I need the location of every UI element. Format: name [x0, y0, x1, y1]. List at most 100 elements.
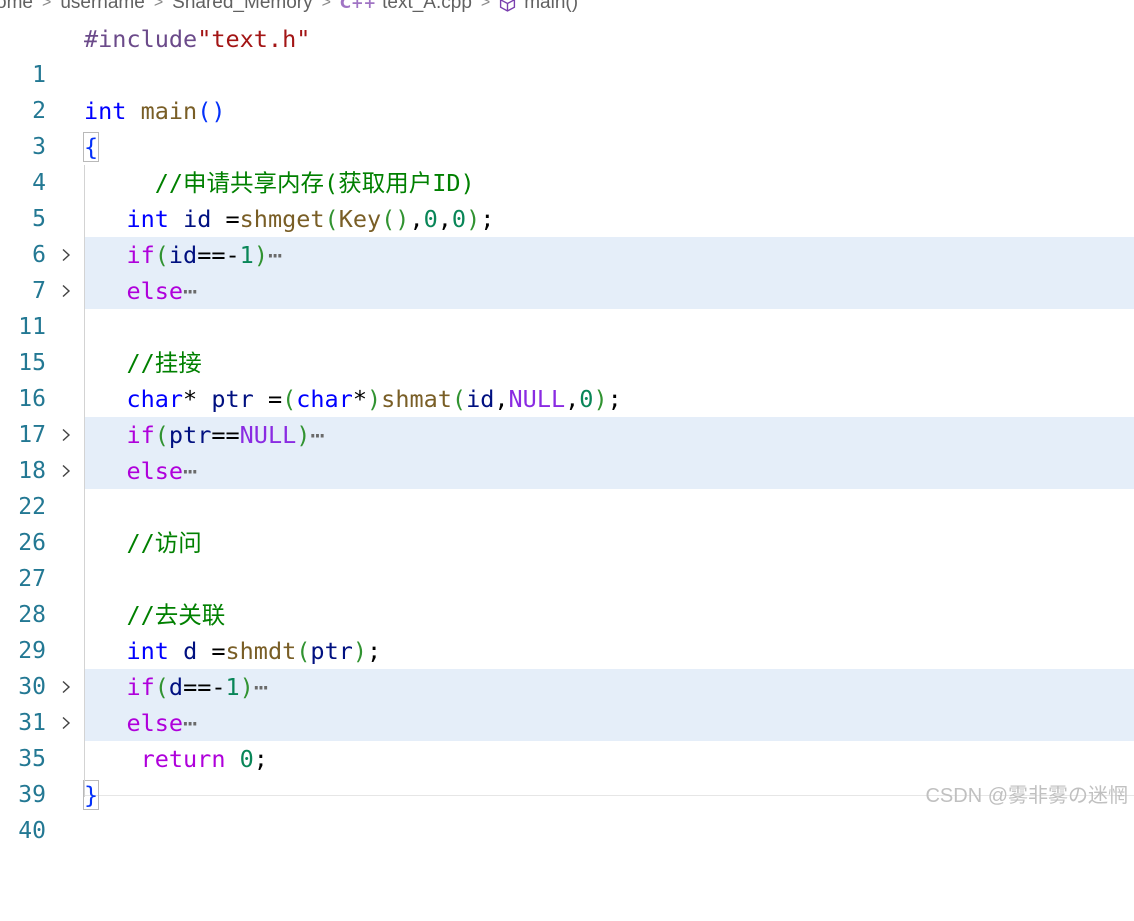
- paren-token: ): [296, 421, 311, 449]
- paren-token: (: [154, 421, 169, 449]
- comment-token: //去关联: [126, 601, 226, 629]
- operator-token: ==-: [183, 673, 226, 701]
- paren-token: (: [324, 205, 339, 233]
- type-token: char: [126, 385, 184, 413]
- paren-token: (: [282, 385, 297, 413]
- variable-token: id: [183, 205, 212, 233]
- variable-token: id: [168, 241, 198, 269]
- chevron-right-icon[interactable]: [58, 453, 76, 489]
- breadcrumb-item-home[interactable]: ome: [0, 0, 33, 14]
- paren-token: (): [197, 97, 226, 125]
- operator-token: =: [211, 205, 240, 233]
- folded-ellipsis[interactable]: ⋯: [183, 709, 197, 737]
- code-line[interactable]: 11 else⋯: [0, 273, 1134, 340]
- number-token: 1: [225, 673, 240, 701]
- number-token: 0: [579, 385, 594, 413]
- breadcrumb-item-symbol[interactable]: main(): [524, 0, 578, 14]
- code-line[interactable]: 7 if(id==-1)⋯: [0, 237, 1134, 304]
- close-brace-token: }: [82, 780, 100, 810]
- paren-token: ): [352, 637, 368, 665]
- keyword-token: else: [126, 709, 184, 737]
- operator-token: ,: [437, 205, 452, 233]
- code-line[interactable]: 3 int main(): [0, 93, 1134, 160]
- number-token: 0: [451, 205, 467, 233]
- code-editor[interactable]: 1 #include"text.h" 2 3 int main() 4 { 5 …: [0, 21, 1134, 844]
- type-token: int: [126, 637, 169, 665]
- keyword-token: return: [140, 745, 226, 773]
- code-line[interactable]: 28: [0, 561, 1134, 628]
- keyword-token: if: [126, 673, 155, 701]
- operator-token: ,: [494, 385, 509, 413]
- watermark: CSDN @雾非雾の迷惘: [925, 785, 1128, 807]
- operator-token: ;: [607, 385, 622, 413]
- type-token: int: [126, 205, 169, 233]
- chevron-right-icon[interactable]: [58, 273, 76, 309]
- code-line[interactable]: 1 #include"text.h": [0, 21, 1134, 88]
- string-token: "text.h": [197, 25, 311, 53]
- code-line[interactable]: 39 return 0;: [0, 741, 1134, 808]
- chevron-right-icon: >: [41, 0, 52, 11]
- breadcrumb-item-folder[interactable]: Shared_Memory: [172, 0, 312, 14]
- operator-token: ;: [253, 745, 268, 773]
- chevron-right-icon: >: [480, 0, 491, 11]
- code-line[interactable]: 22 else⋯: [0, 453, 1134, 520]
- variable-token: ptr: [211, 385, 254, 413]
- code-line[interactable]: 18 if(ptr==NULL)⋯: [0, 417, 1134, 484]
- keyword-token: if: [126, 241, 155, 269]
- paren-token: (: [154, 673, 169, 701]
- comment-token: //挂接: [126, 349, 202, 377]
- code-line[interactable]: 30 int d =shmdt(ptr);: [0, 633, 1134, 700]
- breadcrumb-item-username[interactable]: username: [60, 0, 145, 14]
- chevron-right-icon[interactable]: [58, 237, 76, 273]
- type-token: int: [84, 97, 127, 125]
- variable-token: d: [183, 637, 198, 665]
- operator-token: *: [183, 385, 198, 413]
- cpp-file-icon: C++: [339, 0, 377, 12]
- code-line[interactable]: 2: [0, 57, 1134, 124]
- folded-ellipsis[interactable]: ⋯: [268, 241, 282, 269]
- code-line[interactable]: 15: [0, 309, 1134, 376]
- code-line[interactable]: 29 //去关联: [0, 597, 1134, 664]
- operator-token: ;: [480, 205, 495, 233]
- folded-ellipsis[interactable]: ⋯: [183, 457, 197, 485]
- comment-token: //申请共享内存(获取用户ID): [154, 169, 475, 197]
- folded-ellipsis[interactable]: ⋯: [310, 421, 324, 449]
- breadcrumb-item-file[interactable]: text_A.cpp: [382, 0, 472, 14]
- operator-token: ,: [565, 385, 580, 413]
- chevron-right-icon[interactable]: [58, 705, 76, 741]
- operator-token: ==: [211, 421, 240, 449]
- indent-guide: [84, 165, 85, 797]
- code-line[interactable]: 4 {: [0, 129, 1134, 196]
- code-line[interactable]: 5 //申请共享内存(获取用户ID): [0, 165, 1134, 232]
- number-token: 1: [239, 241, 254, 269]
- paren-token: ): [466, 205, 481, 233]
- function-token: Key: [338, 205, 382, 233]
- operator-token: =: [197, 637, 226, 665]
- folded-ellipsis[interactable]: ⋯: [183, 277, 197, 305]
- code-line[interactable]: 26: [0, 489, 1134, 556]
- chevron-right-icon[interactable]: [58, 417, 76, 453]
- code-line[interactable]: 6 int id =shmget(Key(),0,0);: [0, 201, 1134, 268]
- code-line[interactable]: 16 //挂接: [0, 345, 1134, 412]
- paren-token: (: [451, 385, 467, 413]
- paren-token: ): [593, 385, 608, 413]
- paren-token: (): [381, 205, 410, 233]
- chevron-right-icon[interactable]: [58, 669, 76, 705]
- function-token: shmdt: [225, 637, 297, 665]
- breadcrumb: ome > username > Shared_Memory > C++ tex…: [0, 0, 578, 15]
- macro-token: NULL: [508, 385, 566, 413]
- number-token: 0: [423, 205, 438, 233]
- variable-token: ptr: [168, 421, 212, 449]
- number-token: 0: [239, 745, 254, 773]
- paren-token: ): [253, 241, 268, 269]
- variable-token: d: [168, 673, 184, 701]
- comment-token: //访问: [126, 529, 202, 557]
- cube-icon: [500, 0, 516, 12]
- code-line[interactable]: 35 else⋯: [0, 705, 1134, 772]
- code-line[interactable]: 17 char* ptr =(char*)shmat(id,NULL,0);: [0, 381, 1134, 448]
- code-line[interactable]: 31 if(d==-1)⋯: [0, 669, 1134, 736]
- code-line[interactable]: 27 //访问: [0, 525, 1134, 592]
- operator-token: =: [253, 385, 283, 413]
- chevron-right-icon: >: [153, 0, 164, 11]
- folded-ellipsis[interactable]: ⋯: [254, 673, 268, 701]
